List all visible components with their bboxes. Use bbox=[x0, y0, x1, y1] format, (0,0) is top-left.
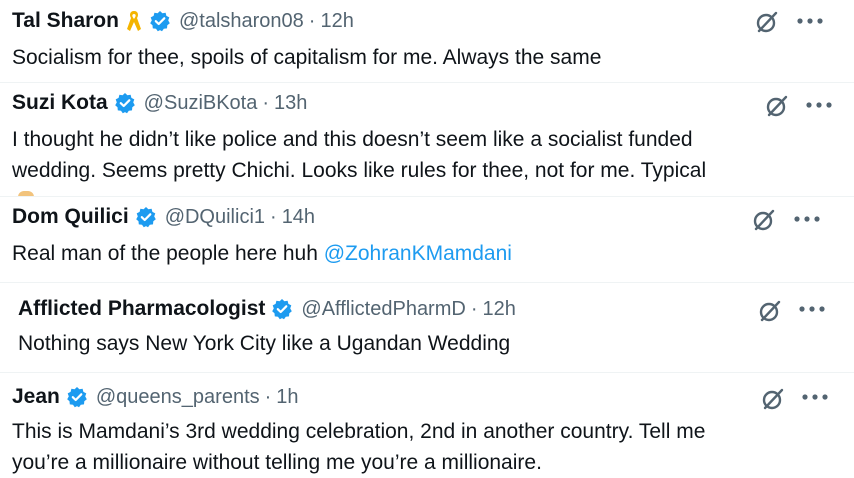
verified-badge-icon bbox=[135, 207, 156, 228]
tweet[interactable]: Jean @queens_parents · 1h This is Mamdan… bbox=[0, 382, 854, 477]
tweet-text: This is Mamdani’s 3rd wedding celebratio… bbox=[12, 416, 705, 478]
tweet-header: Jean @queens_parents · 1h bbox=[12, 382, 299, 412]
tweet-text: I thought he didn’t like police and this… bbox=[12, 124, 706, 186]
timestamp[interactable]: 12h bbox=[483, 298, 516, 321]
author-handle[interactable]: @AfflictedPharmD bbox=[301, 298, 465, 321]
tweet-text-line: I thought he didn’t like police and this… bbox=[12, 128, 693, 151]
grok-icon[interactable] bbox=[764, 93, 790, 119]
verified-badge-icon bbox=[67, 387, 87, 408]
author-name[interactable]: Afflicted Pharmacologist bbox=[18, 297, 265, 321]
timestamp[interactable]: 14h bbox=[282, 206, 315, 229]
tweet-text-line: Nothing says New York City like a Uganda… bbox=[18, 332, 511, 355]
author-name[interactable]: Jean bbox=[12, 385, 60, 409]
tweet-text-line: This is Mamdani’s 3rd wedding celebratio… bbox=[12, 420, 706, 443]
author-handle[interactable]: @queens_parents bbox=[96, 386, 260, 409]
separator-dot: · bbox=[262, 91, 270, 114]
verified-badge-icon bbox=[272, 299, 293, 320]
more-options-icon[interactable] bbox=[797, 304, 827, 314]
author-name[interactable]: Dom Quilici bbox=[12, 205, 129, 229]
verified-badge-icon bbox=[114, 93, 135, 114]
grok-icon[interactable] bbox=[760, 386, 786, 412]
author-name[interactable]: Tal Sharon bbox=[12, 9, 119, 33]
timestamp[interactable]: 12h bbox=[320, 10, 353, 33]
tweet-text: Nothing says New York City like a Uganda… bbox=[18, 328, 510, 359]
separator-dot: · bbox=[308, 9, 316, 32]
grok-icon[interactable] bbox=[757, 298, 783, 324]
tweet-text: Real man of the people here huh @ZohranK… bbox=[12, 238, 512, 269]
mention-link[interactable]: @ZohranKMamdani bbox=[324, 242, 512, 265]
verified-badge-icon bbox=[150, 11, 170, 32]
tweet-header: Dom Quilici @DQuilici1 · 14h bbox=[12, 202, 315, 232]
timestamp[interactable]: 13h bbox=[274, 92, 307, 115]
tweet[interactable]: Dom Quilici @DQuilici1 · 14h Real man of… bbox=[0, 202, 854, 276]
separator-dot: · bbox=[470, 297, 478, 320]
tweet-text-line: Socialism for thee, spoils of capitalism… bbox=[12, 46, 602, 69]
author-handle[interactable]: @SuziBKota bbox=[144, 92, 258, 115]
tweet[interactable]: Afflicted Pharmacologist @AfflictedPharm… bbox=[0, 294, 854, 366]
tweet[interactable]: Tal Sharon @talsharon08 · 12h Socialism … bbox=[0, 6, 854, 78]
divider bbox=[0, 196, 854, 197]
tweet-header: Suzi Kota @SuziBKota · 13h bbox=[12, 88, 307, 118]
tweet-text-line: you’re a millionaire without telling me … bbox=[12, 451, 542, 474]
more-options-icon[interactable] bbox=[800, 392, 830, 402]
tweet-text-line: Real man of the people here huh bbox=[12, 242, 324, 265]
tweet-header: Afflicted Pharmacologist @AfflictedPharm… bbox=[18, 294, 516, 324]
tweet-text-line: wedding. Seems pretty Chichi. Looks like… bbox=[12, 159, 707, 182]
separator-dot: · bbox=[264, 385, 272, 408]
divider bbox=[0, 372, 854, 373]
more-options-icon[interactable] bbox=[795, 16, 825, 26]
author-name[interactable]: Suzi Kota bbox=[12, 91, 108, 115]
tweet-text: Socialism for thee, spoils of capitalism… bbox=[12, 42, 601, 73]
more-options-icon[interactable] bbox=[792, 214, 822, 224]
separator-dot: · bbox=[270, 205, 277, 228]
divider bbox=[0, 282, 854, 283]
yellow-ribbon-icon bbox=[126, 11, 141, 31]
tweet[interactable]: Suzi Kota @SuziBKota · 13h I thought he … bbox=[0, 88, 854, 192]
author-handle[interactable]: @DQuilici1 bbox=[165, 206, 265, 229]
grok-icon[interactable] bbox=[754, 9, 780, 35]
more-options-icon[interactable] bbox=[804, 100, 834, 110]
grok-icon[interactable] bbox=[751, 207, 777, 233]
tweet-header: Tal Sharon @talsharon08 · 12h bbox=[12, 6, 354, 36]
divider bbox=[0, 82, 854, 83]
timestamp[interactable]: 1h bbox=[276, 386, 298, 409]
author-handle[interactable]: @talsharon08 bbox=[179, 10, 304, 33]
